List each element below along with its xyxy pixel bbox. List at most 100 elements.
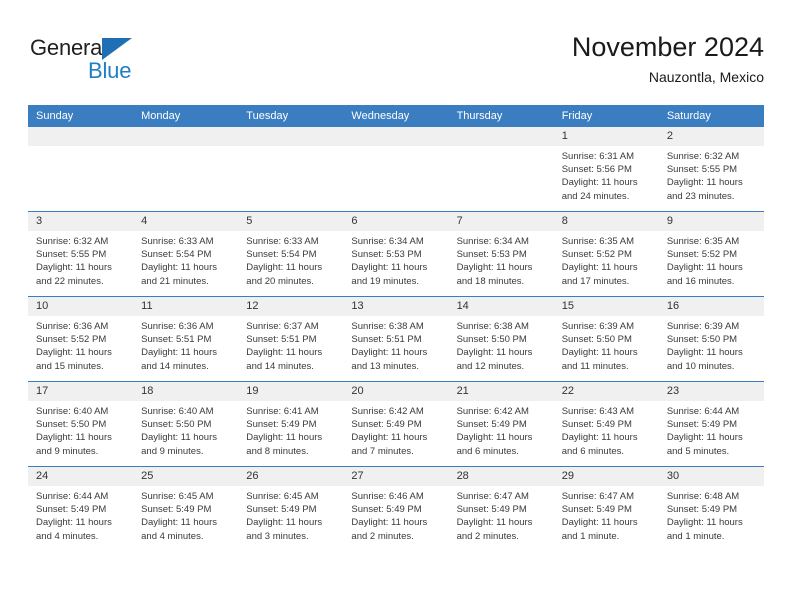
- day-number: 6: [343, 212, 449, 231]
- sunrise-text: Sunrise: 6:32 AM: [36, 236, 109, 247]
- calendar-day-cell[interactable]: 25 Sunrise: 6:45 AM Sunset: 5:49 PM Dayligh…: [133, 466, 239, 551]
- sunrise-text: Sunrise: 6:39 AM: [666, 321, 740, 332]
- sunrise-text: Sunrise: 6:34 AM: [351, 236, 424, 247]
- calendar-day-cell[interactable]: 15 Sunrise: 6:39 AM Sunset: 5:50 PM Dayligh…: [553, 296, 659, 382]
- calendar-day-cell[interactable]: 23 Sunrise: 6:44 AM Sunset: 5:49 PM Dayligh…: [658, 381, 764, 467]
- logo-text-blue: Blue: [88, 58, 132, 83]
- day-number: 21: [448, 382, 554, 401]
- day-details: Sunrise: 6:47 AM Sunset: 5:49 PM Daylight:…: [554, 486, 659, 543]
- sunrise-text: Sunrise: 6:43 AM: [561, 406, 635, 417]
- calendar-day-cell[interactable]: 27 Sunrise: 6:46 AM Sunset: 5:49 PM Dayligh…: [343, 466, 449, 551]
- sunrise-text: Sunrise: 6:36 AM: [141, 321, 214, 332]
- sunset-text: Sunset: 5:49 PM: [456, 419, 527, 431]
- day-number: [133, 127, 239, 146]
- daylight-text: Daylight: 11 hours and 23 minutes.: [666, 177, 743, 202]
- calendar-day-cell[interactable]: 20 Sunrise: 6:42 AM Sunset: 5:49 PM Dayligh…: [343, 381, 449, 467]
- calendar-day-cell[interactable]: 19 Sunrise: 6:41 AM Sunset: 5:49 PM Dayligh…: [238, 381, 344, 467]
- calendar-day-cell[interactable]: 21 Sunrise: 6:42 AM Sunset: 5:49 PM Dayligh…: [448, 381, 554, 467]
- sunset-text: Sunset: 5:49 PM: [666, 504, 738, 516]
- daylight-text: Daylight: 11 hours and 15 minutes.: [36, 347, 112, 372]
- sunset-text: Sunset: 5:49 PM: [666, 419, 738, 431]
- sunset-text: Sunset: 5:49 PM: [246, 419, 317, 431]
- calendar-day-cell[interactable]: 8 Sunrise: 6:35 AM Sunset: 5:52 PM Daylight…: [553, 211, 659, 297]
- calendar-day-cell[interactable]: 11 Sunrise: 6:36 AM Sunset: 5:51 PM Dayligh…: [133, 296, 239, 382]
- title-block: November 2024 Nauzontla, Mexico: [572, 30, 764, 87]
- sunrise-text: Sunrise: 6:45 AM: [141, 491, 214, 502]
- sunrise-text: Sunrise: 6:33 AM: [141, 236, 214, 247]
- calendar-day-cell[interactable]: 1 Sunrise: 6:31 AM Sunset: 5:56 PM Daylight…: [553, 127, 659, 212]
- calendar-day-cell[interactable]: 22 Sunrise: 6:43 AM Sunset: 5:49 PM Dayligh…: [553, 381, 659, 467]
- day-number: 10: [28, 297, 134, 316]
- sunrise-text: Sunrise: 6:47 AM: [561, 491, 635, 502]
- sunset-text: Sunset: 5:50 PM: [141, 419, 212, 431]
- day-details: Sunrise: 6:45 AM Sunset: 5:49 PM Daylight:…: [133, 486, 238, 543]
- daylight-text: Daylight: 11 hours and 10 minutes.: [666, 347, 743, 372]
- sunset-text: Sunset: 5:50 PM: [666, 334, 738, 346]
- calendar-day-cell[interactable]: 13 Sunrise: 6:38 AM Sunset: 5:51 PM Dayligh…: [343, 296, 449, 382]
- day-number: 16: [658, 297, 764, 316]
- page-title: November 2024: [571, 32, 764, 62]
- day-number: 13: [343, 297, 449, 316]
- daylight-text: Daylight: 11 hours and 7 minutes.: [351, 432, 428, 457]
- daylight-text: Daylight: 11 hours and 13 minutes.: [351, 347, 428, 372]
- sunrise-text: Sunrise: 6:35 AM: [561, 236, 635, 247]
- sunrise-text: Sunrise: 6:40 AM: [36, 406, 109, 417]
- calendar-day-cell[interactable]: 6 Sunrise: 6:34 AM Sunset: 5:53 PM Daylight…: [343, 211, 449, 297]
- day-details: Sunrise: 6:33 AM Sunset: 5:54 PM Daylight:…: [238, 231, 343, 288]
- calendar-day-cell-empty: [448, 127, 554, 212]
- sunrise-text: Sunrise: 6:38 AM: [351, 321, 424, 332]
- calendar-day-cell[interactable]: 3 Sunrise: 6:32 AM Sunset: 5:55 PM Daylight…: [28, 211, 134, 297]
- sunset-text: Sunset: 5:51 PM: [246, 334, 317, 346]
- sunset-text: Sunset: 5:53 PM: [351, 249, 422, 261]
- sunrise-text: Sunrise: 6:37 AM: [246, 321, 319, 332]
- calendar-day-cell[interactable]: 4 Sunrise: 6:33 AM Sunset: 5:54 PM Daylight…: [133, 211, 239, 297]
- day-details: Sunrise: 6:48 AM Sunset: 5:49 PM Daylight:…: [659, 486, 764, 543]
- weekday-header-monday: Monday: [133, 105, 239, 127]
- calendar-day-cell[interactable]: 28 Sunrise: 6:47 AM Sunset: 5:49 PM Dayligh…: [448, 466, 554, 551]
- calendar-day-cell[interactable]: 5 Sunrise: 6:33 AM Sunset: 5:54 PM Daylight…: [238, 211, 344, 297]
- day-number: 25: [133, 467, 239, 486]
- sunset-text: Sunset: 5:50 PM: [36, 419, 107, 431]
- sunset-text: Sunset: 5:55 PM: [36, 249, 107, 261]
- day-number: 8: [553, 212, 659, 231]
- day-number: 14: [448, 297, 554, 316]
- sunset-text: Sunset: 5:50 PM: [456, 334, 527, 346]
- calendar-day-cell[interactable]: 29 Sunrise: 6:47 AM Sunset: 5:49 PM Dayligh…: [553, 466, 659, 551]
- calendar-day-cell[interactable]: 7 Sunrise: 6:34 AM Sunset: 5:53 PM Daylight…: [448, 211, 554, 297]
- calendar-day-cell[interactable]: 12 Sunrise: 6:37 AM Sunset: 5:51 PM Dayligh…: [238, 296, 344, 382]
- daylight-text: Daylight: 11 hours and 4 minutes.: [36, 517, 112, 542]
- daylight-text: Daylight: 11 hours and 20 minutes.: [246, 262, 323, 287]
- sunrise-text: Sunrise: 6:45 AM: [246, 491, 319, 502]
- daylight-text: Daylight: 11 hours and 8 minutes.: [246, 432, 323, 457]
- sunset-text: Sunset: 5:49 PM: [141, 504, 212, 516]
- daylight-text: Daylight: 11 hours and 21 minutes.: [141, 262, 218, 287]
- calendar-day-cell-empty: [238, 127, 344, 212]
- calendar-header-row: Sunday Monday Tuesday Wednesday Thursday…: [28, 105, 764, 127]
- day-details: Sunrise: 6:41 AM Sunset: 5:49 PM Daylight:…: [238, 401, 343, 458]
- daylight-text: Daylight: 11 hours and 14 minutes.: [141, 347, 218, 372]
- daylight-text: Daylight: 11 hours and 9 minutes.: [141, 432, 218, 457]
- day-number: 30: [658, 467, 764, 486]
- sunset-text: Sunset: 5:49 PM: [561, 504, 632, 516]
- day-details: Sunrise: 6:32 AM Sunset: 5:55 PM Daylight:…: [659, 146, 764, 203]
- day-number: 5: [238, 212, 344, 231]
- calendar-day-cell[interactable]: 10 Sunrise: 6:36 AM Sunset: 5:52 PM Dayligh…: [28, 296, 134, 382]
- general-blue-logo[interactable]: General Blue: [30, 35, 150, 85]
- sunrise-text: Sunrise: 6:31 AM: [561, 151, 635, 162]
- daylight-text: Daylight: 11 hours and 18 minutes.: [456, 262, 533, 287]
- weekday-header-saturday: Saturday: [658, 105, 764, 127]
- calendar-day-cell[interactable]: 30 Sunrise: 6:48 AM Sunset: 5:49 PM Dayligh…: [658, 466, 764, 551]
- calendar-day-cell[interactable]: 24 Sunrise: 6:44 AM Sunset: 5:49 PM Dayligh…: [28, 466, 134, 551]
- calendar-day-cell[interactable]: 9 Sunrise: 6:35 AM Sunset: 5:52 PM Daylight…: [658, 211, 764, 297]
- daylight-text: Daylight: 11 hours and 11 minutes.: [561, 347, 638, 372]
- daylight-text: Daylight: 11 hours and 6 minutes.: [456, 432, 533, 457]
- calendar-day-cell[interactable]: 17 Sunrise: 6:40 AM Sunset: 5:50 PM Dayligh…: [28, 381, 134, 467]
- calendar-day-cell[interactable]: 2 Sunrise: 6:32 AM Sunset: 5:55 PM Daylight…: [658, 127, 764, 212]
- day-details: Sunrise: 6:31 AM Sunset: 5:56 PM Daylight:…: [554, 146, 659, 203]
- calendar-day-cell[interactable]: 18 Sunrise: 6:40 AM Sunset: 5:50 PM Dayligh…: [133, 381, 239, 467]
- day-details: Sunrise: 6:38 AM Sunset: 5:51 PM Daylight:…: [343, 316, 448, 373]
- calendar-day-cell[interactable]: 16 Sunrise: 6:39 AM Sunset: 5:50 PM Dayligh…: [658, 296, 764, 382]
- calendar-day-cell[interactable]: 26 Sunrise: 6:45 AM Sunset: 5:49 PM Dayligh…: [238, 466, 344, 551]
- calendar-day-cell[interactable]: 14 Sunrise: 6:38 AM Sunset: 5:50 PM Dayligh…: [448, 296, 554, 382]
- sunrise-text: Sunrise: 6:47 AM: [456, 491, 529, 502]
